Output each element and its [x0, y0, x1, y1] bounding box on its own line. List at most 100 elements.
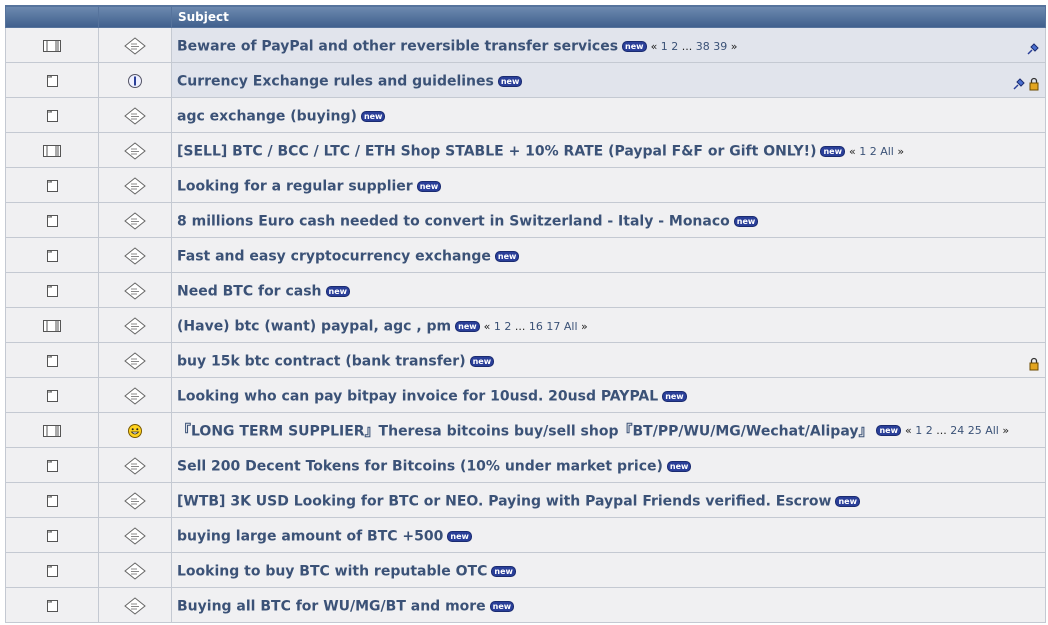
- new-badge[interactable]: new: [455, 320, 480, 332]
- page-link[interactable]: 2: [504, 320, 511, 333]
- page-link[interactable]: 1: [494, 320, 501, 333]
- page-link[interactable]: All: [880, 145, 894, 158]
- subject-cell: buying large amount of BTC +500 new: [171, 517, 1046, 553]
- subject-cell: Buying all BTC for WU/MG/BT and more new: [171, 587, 1046, 623]
- subject-cell: agc exchange (buying) new: [171, 97, 1046, 133]
- table-row: Beware of PayPal and other reversible tr…: [5, 27, 1046, 63]
- topic-title-link[interactable]: buying large amount of BTC +500: [177, 528, 443, 544]
- thread-icon-cell: [5, 167, 99, 203]
- topic-title-link[interactable]: Fast and easy cryptocurrency exchange: [177, 248, 491, 264]
- message-icon-cell: [98, 237, 172, 273]
- new-badge[interactable]: new: [416, 180, 442, 192]
- topic-status-icons: [1026, 352, 1040, 372]
- page-link[interactable]: 1: [915, 424, 922, 437]
- table-row: Looking to buy BTC with reputable OTC new: [5, 552, 1046, 588]
- info-icon: [128, 74, 142, 88]
- header-thread-icon-col: [5, 5, 99, 28]
- new-badge[interactable]: new: [733, 215, 759, 227]
- table-row: Buying all BTC for WU/MG/BT and more new: [5, 587, 1046, 623]
- topic-title-link[interactable]: Looking for a regular supplier: [177, 178, 413, 194]
- page-link[interactable]: 2: [926, 424, 933, 437]
- message-icon-cell: [98, 517, 172, 553]
- page-link[interactable]: 1: [661, 40, 668, 53]
- topic-title-link[interactable]: Buying all BTC for WU/MG/BT and more: [177, 598, 486, 614]
- table-row: [WTB] 3K USD Looking for BTC or NEO. Pay…: [5, 482, 1046, 518]
- page-separator: ...: [681, 39, 693, 53]
- topic-title-link[interactable]: [SELL] BTC / BCC / LTC / ETH Shop STABLE…: [177, 143, 816, 159]
- subject-cell: Looking to buy BTC with reputable OTC new: [171, 552, 1046, 588]
- new-badge[interactable]: new: [666, 460, 692, 472]
- message-icon-cell: [98, 202, 172, 238]
- subject-cell: Need BTC for cash new: [171, 272, 1046, 308]
- topic-title-link[interactable]: Currency Exchange rules and guidelines: [177, 73, 494, 89]
- new-badge[interactable]: new: [360, 110, 386, 122]
- thread-icon-cell: [5, 237, 99, 273]
- new-badge[interactable]: new: [622, 40, 647, 52]
- page-link[interactable]: 16: [529, 320, 543, 333]
- new-badge[interactable]: new: [447, 530, 472, 542]
- new-badge[interactable]: new: [494, 250, 520, 262]
- header-subject[interactable]: Subject: [171, 5, 1046, 28]
- table-row: [SELL] BTC / BCC / LTC / ETH Shop STABLE…: [5, 132, 1046, 168]
- new-badge[interactable]: new: [820, 145, 845, 157]
- new-badge[interactable]: new: [835, 495, 860, 507]
- new-badge[interactable]: new: [876, 424, 901, 436]
- topic-title-link[interactable]: Looking who can pay bitpay invoice for 1…: [177, 388, 658, 404]
- page-separator: ...: [514, 319, 526, 333]
- topic-status-icons: [1024, 37, 1040, 57]
- page-link[interactable]: All: [564, 320, 578, 333]
- hot-thread-icon: [43, 320, 61, 332]
- thread-icon-cell: [5, 307, 99, 343]
- message-icon-cell: [98, 27, 172, 63]
- table-row: Looking who can pay bitpay invoice for 1…: [5, 377, 1046, 413]
- standard-message-icon: [124, 282, 146, 300]
- topic-title-link[interactable]: (Have) btc (want) paypal, agc , pm: [177, 318, 451, 334]
- topic-title-link[interactable]: Beware of PayPal and other reversible tr…: [177, 38, 618, 54]
- page-link[interactable]: 39: [713, 40, 727, 53]
- page-link[interactable]: 38: [696, 40, 710, 53]
- page-link[interactable]: 25: [968, 424, 982, 437]
- lock-icon: [1029, 77, 1039, 90]
- page-link[interactable]: 2: [870, 145, 877, 158]
- hot-thread-icon: [43, 425, 61, 437]
- subject-cell: 8 millions Euro cash needed to convert i…: [171, 202, 1046, 238]
- page-link[interactable]: 2: [671, 40, 678, 53]
- page-link[interactable]: 17: [546, 320, 560, 333]
- sticky-pin-icon: [1013, 77, 1025, 90]
- topic-title-link[interactable]: Sell 200 Decent Tokens for Bitcoins (10%…: [177, 458, 663, 474]
- page-link[interactable]: All: [985, 424, 999, 437]
- topic-title-link[interactable]: buy 15k btc contract (bank transfer): [177, 353, 466, 369]
- subject-cell: Currency Exchange rules and guidelines ne…: [171, 62, 1046, 98]
- subject-cell: Looking for a regular supplier new: [171, 167, 1046, 203]
- thread-icon-cell: [5, 447, 99, 483]
- thread-icon-cell: [5, 97, 99, 133]
- new-badge[interactable]: new: [497, 75, 523, 87]
- subject-cell: Sell 200 Decent Tokens for Bitcoins (10%…: [171, 447, 1046, 483]
- message-icon-cell: [98, 552, 172, 588]
- thread-icon-cell: [5, 482, 99, 518]
- subject-cell: buy 15k btc contract (bank transfer) new: [171, 342, 1046, 378]
- new-badge[interactable]: new: [489, 600, 515, 612]
- table-row: 『LONG TERM SUPPLIER』Theresa bitcoins buy…: [5, 412, 1046, 448]
- subject-cell: (Have) btc (want) paypal, agc , pm new « 1…: [171, 307, 1046, 343]
- new-badge[interactable]: new: [469, 355, 495, 367]
- topic-title-link[interactable]: 8 millions Euro cash needed to convert i…: [177, 213, 730, 229]
- topic-title-link[interactable]: Looking to buy BTC with reputable OTC: [177, 563, 487, 579]
- thread-icon: [47, 530, 58, 542]
- topic-title-link[interactable]: agc exchange (buying): [177, 108, 357, 124]
- message-icon-cell: [98, 62, 172, 98]
- new-badge[interactable]: new: [325, 285, 351, 297]
- new-badge[interactable]: new: [662, 390, 687, 402]
- topic-title-link[interactable]: [WTB] 3K USD Looking for BTC or NEO. Pay…: [177, 493, 831, 509]
- page-link[interactable]: 24: [950, 424, 964, 437]
- page-separator: «: [483, 319, 491, 333]
- message-icon-cell: [98, 307, 172, 343]
- message-icon-cell: [98, 482, 172, 518]
- page-links: « 1 2 All »: [849, 145, 904, 158]
- page-link[interactable]: 1: [859, 145, 866, 158]
- thread-icon-cell: [5, 272, 99, 308]
- standard-message-icon: [124, 457, 146, 475]
- topic-title-link[interactable]: 『LONG TERM SUPPLIER』Theresa bitcoins buy…: [177, 423, 872, 439]
- topic-title-link[interactable]: Need BTC for cash: [177, 283, 322, 299]
- new-badge[interactable]: new: [491, 565, 516, 577]
